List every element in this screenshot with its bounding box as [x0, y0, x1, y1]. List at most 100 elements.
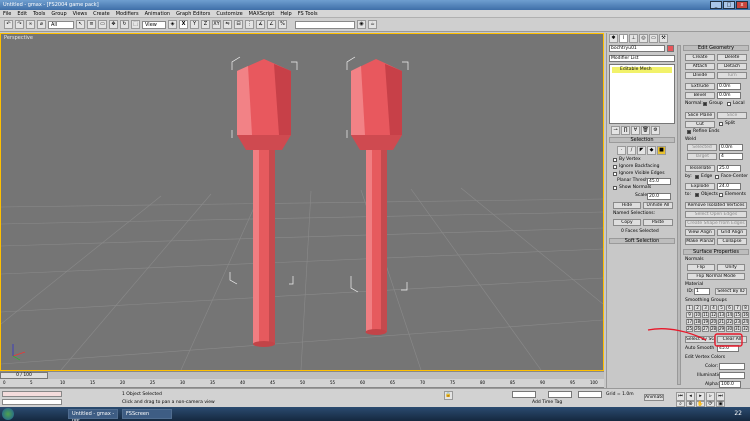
axis-xy-button[interactable]: XY — [212, 20, 221, 29]
axis-x-button[interactable]: X — [179, 20, 188, 29]
previous-frame-icon[interactable]: ◂ — [686, 392, 695, 401]
flip-normal-mode-button[interactable]: Flip Normal Mode — [687, 273, 745, 280]
z-coordinate-field[interactable] — [578, 391, 602, 398]
axis-y-button[interactable]: Y — [190, 20, 199, 29]
menu-tools[interactable]: Tools — [33, 11, 45, 17]
viewport-label[interactable]: Perspective — [4, 35, 33, 41]
unlink-icon[interactable]: ⌀ — [37, 20, 46, 29]
hierarchy-tab-icon[interactable]: ⊥ — [629, 34, 638, 43]
sg-button[interactable]: 13 — [718, 312, 725, 318]
create-tab-icon[interactable]: ✱ — [609, 34, 618, 43]
sg-button[interactable]: 22 — [726, 319, 733, 325]
sg-button[interactable]: 6 — [726, 305, 733, 311]
display-tab-icon[interactable]: ▭ — [649, 34, 658, 43]
animate-button[interactable]: Animate — [644, 394, 664, 401]
sg-button[interactable]: 21 — [718, 319, 725, 325]
configure-modifier-sets-icon[interactable]: ⚙ — [651, 126, 660, 135]
sg-button[interactable]: 24 — [742, 319, 749, 325]
make-planar-button[interactable]: Make Planar — [685, 238, 715, 245]
material-editor-icon[interactable]: ◉ — [357, 20, 366, 29]
sg-button[interactable]: 19 — [702, 319, 709, 325]
modify-tab-icon[interactable]: ⌇ — [619, 34, 628, 43]
vertex-color-swatch[interactable] — [719, 363, 745, 370]
cut-button[interactable]: Cut — [685, 121, 715, 128]
menu-views[interactable]: Views — [73, 11, 87, 17]
by-vertex-checkbox[interactable] — [613, 158, 617, 162]
scale-icon[interactable]: ⬚ — [131, 20, 140, 29]
sg-button[interactable]: 16 — [742, 312, 749, 318]
x-coordinate-field[interactable] — [512, 391, 536, 398]
polygon-icon[interactable]: ◆ — [647, 146, 656, 155]
clear-all-button[interactable]: Clear All — [717, 336, 747, 343]
utilities-tab-icon[interactable]: ⚒ — [659, 34, 668, 43]
edge-icon[interactable]: ∕ — [627, 146, 636, 155]
unhide-all-button[interactable]: Unhide All — [643, 202, 673, 209]
go-to-start-icon[interactable]: ⏮ — [676, 392, 685, 401]
go-to-end-icon[interactable]: ⏭ — [716, 392, 725, 401]
pole-model-right[interactable] — [351, 59, 402, 335]
mirror-icon[interactable]: ⇋ — [223, 20, 232, 29]
region-select-icon[interactable]: ▭ — [98, 20, 107, 29]
show-normals-checkbox[interactable] — [613, 186, 617, 190]
extrude-field[interactable]: 0.0m — [717, 83, 741, 90]
illumination-swatch[interactable] — [719, 372, 745, 379]
sg-button[interactable]: 29 — [718, 326, 725, 332]
select-open-edges-button[interactable]: Select Open Edges — [685, 211, 747, 218]
weld-target-button[interactable]: Target — [687, 153, 717, 160]
sg-button[interactable]: 10 — [694, 312, 701, 318]
split-checkbox[interactable] — [719, 122, 723, 126]
paste-button[interactable]: Paste — [643, 219, 673, 226]
tessellate-edge-radio[interactable] — [695, 175, 699, 179]
make-unique-icon[interactable]: ∀ — [631, 126, 640, 135]
named-selection-dropdown[interactable] — [295, 20, 355, 29]
menu-create[interactable]: Create — [93, 11, 110, 17]
reference-coordinate-dropdown[interactable]: View — [142, 20, 166, 29]
face-icon[interactable]: ◤ — [637, 146, 646, 155]
sg-button[interactable]: 30 — [726, 326, 733, 332]
menu-customize[interactable]: Customize — [216, 11, 242, 17]
vertex-icon[interactable]: · — [617, 146, 626, 155]
sg-button[interactable]: 5 — [718, 305, 725, 311]
play-icon[interactable]: ▸ — [696, 392, 705, 401]
start-button[interactable] — [2, 408, 14, 420]
ignore-backfacing-checkbox[interactable] — [613, 165, 617, 169]
sg-button[interactable]: 12 — [710, 312, 717, 318]
explode-angle-field[interactable]: 24.0 — [717, 183, 741, 190]
tessellate-face-center-radio[interactable] — [715, 175, 719, 179]
undo-icon[interactable]: ↶ — [4, 20, 13, 29]
percent-snap-icon[interactable]: % — [278, 20, 287, 29]
pin-stack-icon[interactable]: ⊸ — [611, 126, 620, 135]
sg-button[interactable]: 28 — [710, 326, 717, 332]
axis-z-button[interactable]: Z — [201, 20, 210, 29]
taskbar-item-gmax[interactable]: Untitled - gmax - [FS... — [68, 409, 118, 421]
object-color-swatch[interactable] — [667, 45, 674, 52]
menu-help[interactable]: Help — [280, 11, 291, 17]
maximize-button[interactable]: □ — [723, 1, 735, 9]
close-button[interactable]: x — [736, 1, 748, 9]
snap-icon[interactable]: ∡ — [256, 20, 265, 29]
surface-properties-rollout-header[interactable]: Surface Properties — [683, 249, 749, 255]
menu-file[interactable]: File — [3, 11, 11, 17]
modifier-list-dropdown[interactable]: Modifier List — [609, 55, 675, 62]
time-slider[interactable]: 0 / 100 — [0, 372, 48, 379]
hide-button[interactable]: Hide — [613, 202, 641, 209]
unify-button[interactable]: Unify — [717, 264, 745, 271]
perspective-viewport[interactable]: Perspective — [0, 33, 604, 371]
bevel-button[interactable]: Bevel — [685, 92, 715, 99]
selection-filter-dropdown[interactable]: All — [48, 20, 74, 29]
grid-align-button[interactable]: Grid Align — [717, 229, 747, 236]
command-panel-scrollbar[interactable] — [677, 45, 681, 385]
soft-selection-rollout-header[interactable]: Soft Selection — [609, 238, 675, 244]
tessellate-tension-field[interactable]: 25.0 — [717, 165, 741, 172]
align-icon[interactable]: ⊟ — [234, 20, 243, 29]
planar-thresh-field[interactable]: 45.0 — [647, 178, 671, 185]
menu-group[interactable]: Group — [51, 11, 66, 17]
explode-objects-radio[interactable] — [695, 193, 699, 197]
slice-button[interactable]: Slice — [717, 112, 747, 119]
array-icon[interactable]: ⋮ — [245, 20, 254, 29]
collapse-button[interactable]: Collapse — [717, 238, 747, 245]
sg-button[interactable]: 3 — [702, 305, 709, 311]
y-coordinate-field[interactable] — [548, 391, 572, 398]
render-icon[interactable]: ☕ — [368, 20, 377, 29]
sg-button[interactable]: 8 — [742, 305, 749, 311]
